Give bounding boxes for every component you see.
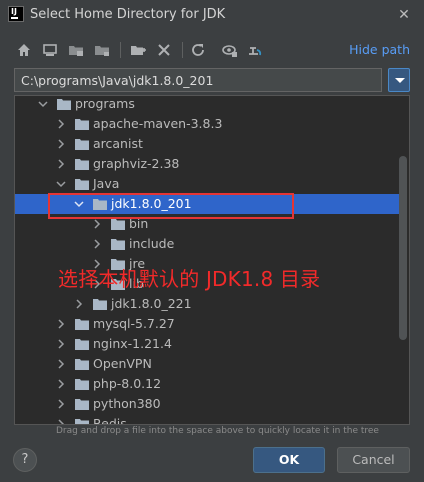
tree-row-label: jdk1.8.0_221: [111, 296, 192, 311]
tree-row-label: apache-maven-3.8.3: [93, 116, 223, 131]
toolbar-separator: [182, 42, 183, 58]
chevron-right-icon[interactable]: [55, 398, 67, 410]
path-input[interactable]: [14, 68, 382, 92]
tree-scrollbar[interactable]: [399, 156, 407, 340]
folder-icon: [75, 359, 89, 370]
tree-row-openvpn[interactable]: OpenVPN: [15, 354, 399, 374]
tree-row-jdk-221[interactable]: jdk1.8.0_221: [15, 294, 399, 314]
folder-icon: [75, 319, 89, 330]
tree-row-label: include: [129, 236, 175, 251]
folder-icon: [75, 419, 89, 424]
intellij-logo-icon: IJ: [8, 6, 24, 22]
ok-button[interactable]: OK: [253, 447, 325, 473]
chevron-right-icon[interactable]: [73, 298, 85, 310]
folder-icon: [111, 219, 125, 230]
tree-row-php[interactable]: php-8.0.12: [15, 374, 399, 394]
chevron-right-icon[interactable]: [55, 378, 67, 390]
tree-row-include[interactable]: include: [15, 234, 399, 254]
selection-highlight-box: [48, 193, 294, 219]
path-history-dropdown[interactable]: [388, 68, 410, 92]
toolbar: Hide path: [14, 38, 410, 62]
folder-icon: [75, 179, 89, 190]
help-button[interactable]: ?: [13, 448, 37, 472]
tree-row-apache-maven[interactable]: apache-maven-3.8.3: [15, 114, 399, 134]
tree-row-programs[interactable]: programs: [15, 96, 399, 114]
title-bar: IJ Select Home Directory for JDK ✕: [0, 0, 424, 32]
folder-icon: [75, 399, 89, 410]
home-icon[interactable]: [14, 40, 34, 60]
new-folder-icon[interactable]: [128, 40, 148, 60]
project-folder-icon[interactable]: [66, 40, 86, 60]
tree-row-label: programs: [75, 96, 135, 111]
chevron-right-icon[interactable]: [91, 218, 103, 230]
toolbar-separator: [120, 42, 121, 58]
chevron-right-icon[interactable]: [55, 338, 67, 350]
folder-icon: [75, 119, 89, 130]
desktop-icon[interactable]: [40, 40, 60, 60]
tree-row-python[interactable]: python380: [15, 394, 399, 414]
tree-row-label: mysql-5.7.27: [93, 316, 175, 331]
folder-icon: [57, 99, 71, 110]
hide-path-link[interactable]: Hide path: [349, 42, 410, 57]
refresh-icon[interactable]: [188, 40, 208, 60]
tree-row-label: nginx-1.21.4: [93, 336, 172, 351]
tree-row-label: python380: [93, 396, 161, 411]
window-title: Select Home Directory for JDK: [30, 7, 226, 22]
module-folder-icon[interactable]: [92, 40, 112, 60]
annotation-text: 选择本机默认的 JDK1.8 目录: [58, 267, 321, 291]
link-icon[interactable]: [244, 40, 264, 60]
chevron-down-icon[interactable]: [37, 98, 49, 110]
logo-text: IJ: [11, 7, 17, 16]
chevron-right-icon[interactable]: [55, 158, 67, 170]
folder-icon: [75, 379, 89, 390]
tree-row-label: arcanist: [93, 136, 143, 151]
chevron-right-icon[interactable]: [55, 358, 67, 370]
chevron-right-icon[interactable]: [55, 138, 67, 150]
tree-row-java[interactable]: Java: [15, 174, 399, 194]
folder-icon: [75, 159, 89, 170]
chevron-down-icon: [395, 78, 405, 83]
chevron-down-icon[interactable]: [55, 178, 67, 190]
folder-icon: [75, 139, 89, 150]
cancel-button[interactable]: Cancel: [337, 447, 410, 473]
tree-row-label: Redis: [93, 416, 127, 425]
close-icon[interactable]: ✕: [394, 5, 414, 25]
chevron-right-icon[interactable]: [55, 118, 67, 130]
tree-row-nginx[interactable]: nginx-1.21.4: [15, 334, 399, 354]
file-tree[interactable]: programs apache-maven-3.8.3 arcanist gra…: [14, 95, 410, 425]
chevron-right-icon[interactable]: [91, 238, 103, 250]
delete-icon[interactable]: [154, 40, 174, 60]
chevron-right-icon[interactable]: [55, 418, 67, 425]
tree-row-label: Java: [93, 176, 120, 191]
chevron-right-icon[interactable]: [55, 318, 67, 330]
folder-icon: [93, 299, 107, 310]
tree-row-mysql[interactable]: mysql-5.7.27: [15, 314, 399, 334]
tree-row-redis[interactable]: Redis: [15, 414, 399, 425]
tree-row-graphviz[interactable]: graphviz-2.38: [15, 154, 399, 174]
drag-drop-hint: Drag and drop a file into the space abov…: [56, 426, 379, 436]
tree-row-arcanist[interactable]: arcanist: [15, 134, 399, 154]
tree-row-label: OpenVPN: [93, 356, 152, 371]
tree-row-label: php-8.0.12: [93, 376, 162, 391]
folder-icon: [75, 339, 89, 350]
folder-icon: [111, 239, 125, 250]
show-hidden-icon[interactable]: [220, 40, 240, 60]
tree-row-label: graphviz-2.38: [93, 156, 180, 171]
